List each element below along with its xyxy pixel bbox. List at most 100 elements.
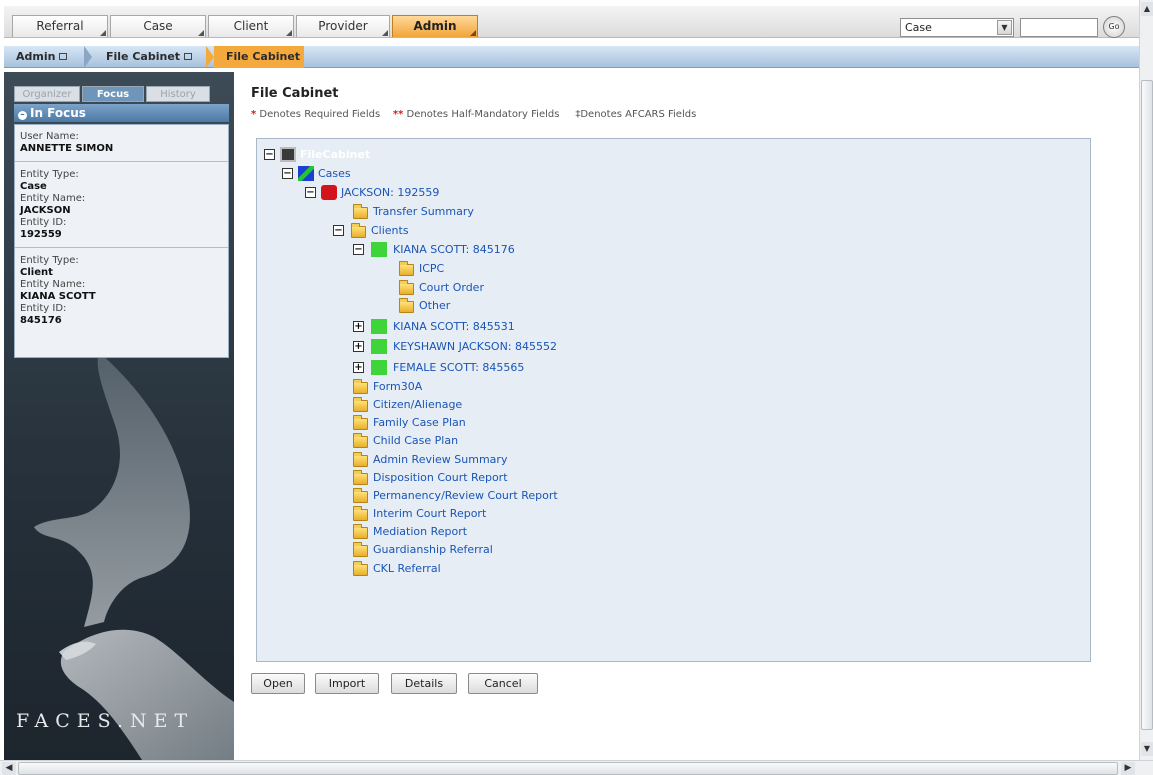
tree-node-folder[interactable]: Admin Review Summary <box>353 452 633 468</box>
tree-node-folder[interactable]: Permanency/Review Court Report <box>353 488 653 504</box>
tree-label[interactable]: ICPC <box>419 261 444 277</box>
folder-icon <box>353 542 368 557</box>
tree-label[interactable]: Admin Review Summary <box>373 452 507 468</box>
scroll-right-icon[interactable]: ▶ <box>1121 762 1135 775</box>
tab-organizer[interactable]: Organizer <box>14 86 80 102</box>
entity-id-value: 845176 <box>20 315 62 326</box>
in-focus-title: In Focus <box>30 106 86 120</box>
search-input[interactable] <box>1020 18 1098 37</box>
faces-net-logo: FACES.NET <box>16 710 195 732</box>
scroll-down-icon[interactable]: ▼ <box>1141 742 1153 756</box>
breadcrumb-item-admin[interactable]: Admin <box>4 46 84 68</box>
tree-node-client[interactable]: − KIANA SCOTT: 845176 <box>353 242 593 258</box>
tree-node-icpc[interactable]: ICPC <box>399 261 559 277</box>
tree-node-cases[interactable]: − Cases <box>282 166 482 182</box>
tree-node-transfer-summary[interactable]: Transfer Summary <box>353 204 573 220</box>
tree-node-folder[interactable]: Child Case Plan <box>353 433 633 449</box>
tree-node-other[interactable]: Other <box>399 298 559 314</box>
tree-node-client[interactable]: + KEYSHAWN JACKSON: 845552 <box>353 339 633 355</box>
tree-label[interactable]: Cases <box>318 166 351 182</box>
tree-node-court-order[interactable]: Court Order <box>399 280 559 296</box>
tab-client-label: Client <box>233 19 269 33</box>
tree-label[interactable]: Mediation Report <box>373 524 467 540</box>
breadcrumb-item-file-cabinet[interactable]: File Cabinet <box>94 46 206 68</box>
tree-node-client[interactable]: + FEMALE SCOTT: 845565 <box>353 360 613 376</box>
tree-label[interactable]: JACKSON: 192559 <box>341 185 439 201</box>
tree-node-folder[interactable]: Family Case Plan <box>353 415 633 431</box>
search-type-select[interactable]: Case ▼ <box>900 18 1014 37</box>
collapse-icon[interactable]: − <box>282 168 293 179</box>
collapse-icon[interactable]: − <box>333 225 344 236</box>
tree-label[interactable]: Other <box>419 298 450 314</box>
tree-label[interactable]: Child Case Plan <box>373 433 458 449</box>
horizontal-scrollbar[interactable]: ◀ ▶ <box>0 760 1153 775</box>
tree-label[interactable]: Disposition Court Report <box>373 470 508 486</box>
tab-case-label: Case <box>143 19 173 33</box>
tree-node-folder[interactable]: Form30A <box>353 379 633 395</box>
open-button[interactable]: Open <box>251 673 305 694</box>
tree-label[interactable]: KIANA SCOTT: 845531 <box>393 319 515 335</box>
user-name-label: User Name: <box>20 131 79 142</box>
collapse-icon[interactable]: − <box>353 244 364 255</box>
tree-label[interactable]: KEYSHAWN JACKSON: 845552 <box>393 339 557 355</box>
vertical-scrollbar[interactable]: ▲ ▼ <box>1139 0 1153 760</box>
tree-node-folder[interactable]: Disposition Court Report <box>353 470 633 486</box>
tab-focus[interactable]: Focus <box>82 86 144 102</box>
expand-icon[interactable]: + <box>353 362 364 373</box>
vertical-scroll-thumb[interactable] <box>1141 80 1153 730</box>
tree-label[interactable]: KIANA SCOTT: 845176 <box>393 242 515 258</box>
tree-label[interactable]: FEMALE SCOTT: 845565 <box>393 360 524 376</box>
breadcrumb-separator-icon <box>84 46 92 68</box>
tab-case[interactable]: Case <box>110 15 206 37</box>
cabinet-icon <box>280 147 296 162</box>
tree-node-clients[interactable]: − Clients <box>333 223 533 239</box>
tree-label[interactable]: Clients <box>371 223 409 239</box>
entity-name-value: JACKSON <box>20 205 71 216</box>
tree-label[interactable]: Citizen/Alienage <box>373 397 462 413</box>
scroll-left-icon[interactable]: ◀ <box>2 762 16 775</box>
tree-node-folder[interactable]: CKL Referral <box>353 561 633 577</box>
tree-node-folder[interactable]: Citizen/Alienage <box>353 397 633 413</box>
tree-node-folder[interactable]: Interim Court Report <box>353 506 633 522</box>
tree-label[interactable]: Transfer Summary <box>373 204 474 220</box>
folder-icon <box>353 561 368 576</box>
tree-label[interactable]: Form30A <box>373 379 422 395</box>
tab-admin[interactable]: Admin <box>392 15 478 37</box>
tab-provider[interactable]: Provider <box>296 15 390 37</box>
folder-icon <box>399 280 414 295</box>
tree-node-client[interactable]: + KIANA SCOTT: 845531 <box>353 319 613 335</box>
tree-label[interactable]: CKL Referral <box>373 561 441 577</box>
folder-icon <box>353 397 368 412</box>
collapse-icon[interactable]: – <box>18 111 27 120</box>
tree-label[interactable]: Guardianship Referral <box>373 542 493 558</box>
import-button[interactable]: Import <box>315 673 379 694</box>
tree-label[interactable]: Family Case Plan <box>373 415 466 431</box>
tree-label[interactable]: FileCabinet <box>300 147 370 163</box>
in-focus-header[interactable]: – In Focus <box>14 104 229 122</box>
tree-label[interactable]: Interim Court Report <box>373 506 486 522</box>
tree-node-folder[interactable]: Guardianship Referral <box>353 542 633 558</box>
collapse-icon[interactable]: − <box>264 149 275 160</box>
folder-icon <box>353 452 368 467</box>
window-icon <box>59 53 68 60</box>
client-icon <box>371 339 387 354</box>
scroll-up-icon[interactable]: ▲ <box>1141 2 1153 16</box>
horizontal-scroll-thumb[interactable] <box>18 762 1118 775</box>
chevron-down-icon[interactable]: ▼ <box>997 20 1012 35</box>
tab-history[interactable]: History <box>146 86 210 102</box>
tree-label[interactable]: Permanency/Review Court Report <box>373 488 558 504</box>
tree-node-root[interactable]: − FileCabinet <box>264 147 464 163</box>
tree-node-folder[interactable]: Mediation Report <box>353 524 633 540</box>
cancel-button[interactable]: Cancel <box>468 673 538 694</box>
collapse-icon[interactable]: − <box>305 187 316 198</box>
case-icon <box>321 185 337 200</box>
tab-client[interactable]: Client <box>208 15 294 37</box>
tree-node-case[interactable]: − JACKSON: 192559 <box>305 185 525 201</box>
expand-icon[interactable]: + <box>353 321 364 332</box>
expand-icon[interactable]: + <box>353 341 364 352</box>
details-button[interactable]: Details <box>391 673 457 694</box>
file-cabinet-tree: − FileCabinet − Cases − JACKSON: 192559 … <box>256 138 1091 662</box>
go-button[interactable]: Go <box>1103 16 1125 38</box>
tab-referral[interactable]: Referral <box>12 15 108 37</box>
tree-label[interactable]: Court Order <box>419 280 484 296</box>
